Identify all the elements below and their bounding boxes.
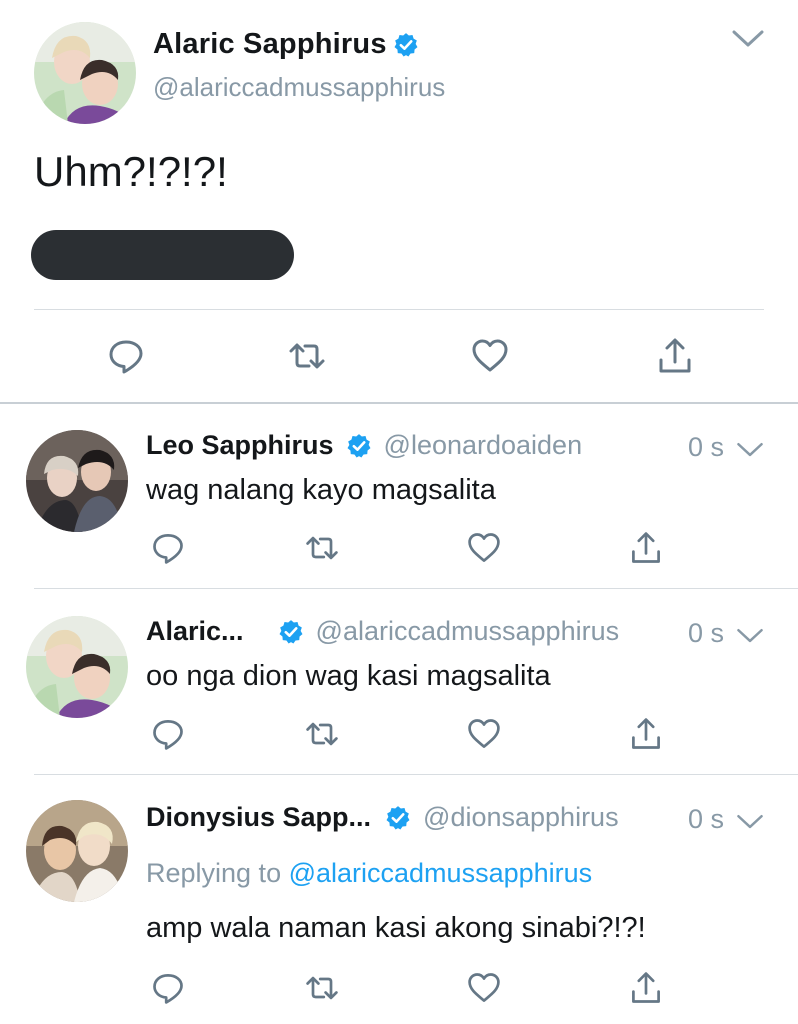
author-row: Dionysius Sapp... @dionsapphirus: [146, 802, 619, 833]
author-name[interactable]: Alaric Sapphirus: [153, 28, 387, 61]
author-handle[interactable]: @alariccadmussapphirus: [316, 616, 620, 647]
reply-icon[interactable]: [150, 716, 186, 752]
timestamp: 0 s: [688, 432, 725, 462]
reply-tweet: Alaric... @alariccadmussapphirus 0 s oo …: [0, 590, 798, 776]
chevron-down-icon[interactable]: [736, 440, 764, 460]
retweet-icon[interactable]: [304, 970, 340, 1006]
avatar[interactable]: [26, 430, 128, 532]
heart-icon[interactable]: [466, 530, 502, 566]
author-handle[interactable]: @dionsapphirus: [423, 802, 619, 833]
replying-to-label: Replying to: [146, 858, 289, 888]
main-tweet: Alaric Sapphirus @alariccadmussapphirus …: [0, 0, 798, 404]
tweet-text: Uhm?!?!?!: [34, 148, 228, 195]
retweet-icon[interactable]: [287, 336, 327, 376]
tweet-text: amp wala naman kasi akong sinabi?!?!: [146, 912, 646, 944]
author-row: Alaric Sapphirus: [153, 28, 419, 61]
verified-badge-icon: [346, 433, 372, 459]
share-icon[interactable]: [628, 970, 664, 1006]
author-name[interactable]: Alaric...: [146, 616, 244, 647]
share-icon[interactable]: [628, 716, 664, 752]
author-name[interactable]: Leo Sapphirus: [146, 430, 334, 461]
author-row: Alaric... @alariccadmussapphirus: [146, 616, 619, 647]
timestamp: 0 s: [688, 804, 725, 834]
divider: [34, 309, 764, 310]
divider: [34, 588, 798, 589]
author-handle[interactable]: @leonardoaiden: [384, 430, 583, 461]
reply-icon[interactable]: [150, 970, 186, 1006]
heart-icon[interactable]: [466, 716, 502, 752]
verified-badge-icon: [278, 619, 304, 645]
author-handle[interactable]: @alariccadmussapphirus: [153, 72, 445, 103]
tweet-text: oo nga dion wag kasi magsalita: [146, 660, 551, 692]
avatar[interactable]: [34, 22, 136, 124]
verified-badge-icon: [393, 32, 419, 58]
chevron-down-icon[interactable]: [736, 812, 764, 832]
timestamp: 0 s: [688, 618, 725, 648]
author-name[interactable]: Dionysius Sapp...: [146, 802, 371, 833]
avatar[interactable]: [26, 616, 128, 718]
author-row: Leo Sapphirus @leonardoaiden: [146, 430, 582, 461]
heart-icon[interactable]: [466, 970, 502, 1006]
reply-icon[interactable]: [106, 336, 146, 376]
retweet-icon[interactable]: [304, 530, 340, 566]
retweet-icon[interactable]: [304, 716, 340, 752]
share-icon[interactable]: [655, 336, 695, 376]
mention-link[interactable]: @alariccadmussapphirus: [289, 858, 593, 888]
divider: [34, 774, 798, 775]
redacted-block: [31, 230, 294, 280]
chevron-down-icon[interactable]: [736, 626, 764, 646]
verified-badge-icon: [385, 805, 411, 831]
reply-tweet: Leo Sapphirus @leonardoaiden 0 s wag nal…: [0, 404, 798, 590]
avatar[interactable]: [26, 800, 128, 902]
replying-to: Replying to @alariccadmussapphirus: [146, 858, 592, 889]
tweet-text: wag nalang kayo magsalita: [146, 474, 496, 506]
share-icon[interactable]: [628, 530, 664, 566]
reply-tweet: Dionysius Sapp... @dionsapphirus 0 s Rep…: [0, 776, 798, 1024]
reply-icon[interactable]: [150, 530, 186, 566]
heart-icon[interactable]: [470, 336, 510, 376]
chevron-down-icon[interactable]: [731, 26, 765, 52]
